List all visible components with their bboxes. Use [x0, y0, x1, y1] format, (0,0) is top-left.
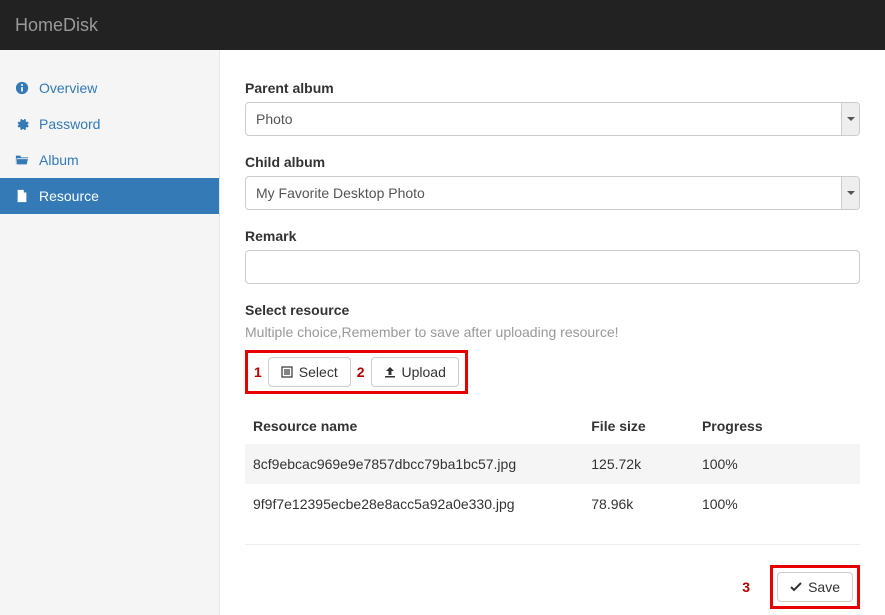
child-album-select[interactable]: [245, 176, 860, 210]
sidebar: Overview Password Album Resource: [0, 50, 220, 615]
file-icon: [15, 189, 29, 203]
table-row: 8cf9ebcac969e9e7857dbcc79ba1bc57.jpg 125…: [245, 444, 860, 484]
select-button[interactable]: Select: [268, 357, 351, 387]
child-album-label: Child album: [245, 154, 860, 170]
save-button[interactable]: Save: [777, 572, 853, 602]
child-album-group: Child album: [245, 154, 860, 210]
remark-label: Remark: [245, 228, 860, 244]
table-header-row: Resource name File size Progress: [245, 408, 860, 444]
sidebar-item-label: Resource: [39, 188, 99, 204]
sidebar-item-overview[interactable]: Overview: [0, 70, 219, 106]
parent-album-label: Parent album: [245, 80, 860, 96]
select-resource-label: Select resource: [245, 302, 860, 318]
check-icon: [790, 581, 802, 593]
cell-size: 125.72k: [583, 444, 694, 484]
select-button-label: Select: [299, 364, 338, 380]
parent-album-select[interactable]: [245, 102, 860, 136]
col-resource-name: Resource name: [245, 408, 583, 444]
folder-open-icon: [15, 153, 29, 167]
annotation-box-3: Save: [770, 565, 860, 609]
select-resource-group: Select resource Multiple choice,Remember…: [245, 302, 860, 524]
col-progress: Progress: [694, 408, 860, 444]
save-button-label: Save: [808, 579, 840, 595]
parent-album-group: Parent album: [245, 80, 860, 136]
sidebar-item-label: Album: [39, 152, 79, 168]
annotation-1: 1: [254, 364, 262, 380]
gear-icon: [15, 117, 29, 131]
brand-title: HomeDisk: [15, 15, 98, 36]
cell-progress: 100%: [694, 484, 860, 524]
annotation-2: 2: [357, 364, 365, 380]
sidebar-item-password[interactable]: Password: [0, 106, 219, 142]
cell-progress: 100%: [694, 444, 860, 484]
cell-size: 78.96k: [583, 484, 694, 524]
cell-name: 9f9f7e12395ecbe28e8acc5a92a0e330.jpg: [245, 484, 583, 524]
upload-icon: [384, 366, 396, 378]
main-content: Parent album Child album Remark Select: [220, 50, 885, 615]
sidebar-item-album[interactable]: Album: [0, 142, 219, 178]
upload-button[interactable]: Upload: [371, 357, 459, 387]
topbar: HomeDisk: [0, 0, 885, 50]
list-icon: [281, 366, 293, 378]
info-circle-icon: [15, 81, 29, 95]
cell-name: 8cf9ebcac969e9e7857dbcc79ba1bc57.jpg: [245, 444, 583, 484]
upload-button-label: Upload: [402, 364, 446, 380]
sidebar-item-label: Password: [39, 116, 100, 132]
table-row: 9f9f7e12395ecbe28e8acc5a92a0e330.jpg 78.…: [245, 484, 860, 524]
annotation-box-1-2: 1 Select 2 Upload: [245, 350, 468, 394]
sidebar-item-resource[interactable]: Resource: [0, 178, 219, 214]
resource-table: Resource name File size Progress 8cf9ebc…: [245, 408, 860, 524]
annotation-3: 3: [742, 579, 750, 595]
sidebar-item-label: Overview: [39, 80, 97, 96]
remark-group: Remark: [245, 228, 860, 284]
remark-input[interactable]: [245, 250, 860, 284]
footer: 3 Save: [245, 544, 860, 609]
resource-hint: Multiple choice,Remember to save after u…: [245, 324, 860, 340]
col-file-size: File size: [583, 408, 694, 444]
